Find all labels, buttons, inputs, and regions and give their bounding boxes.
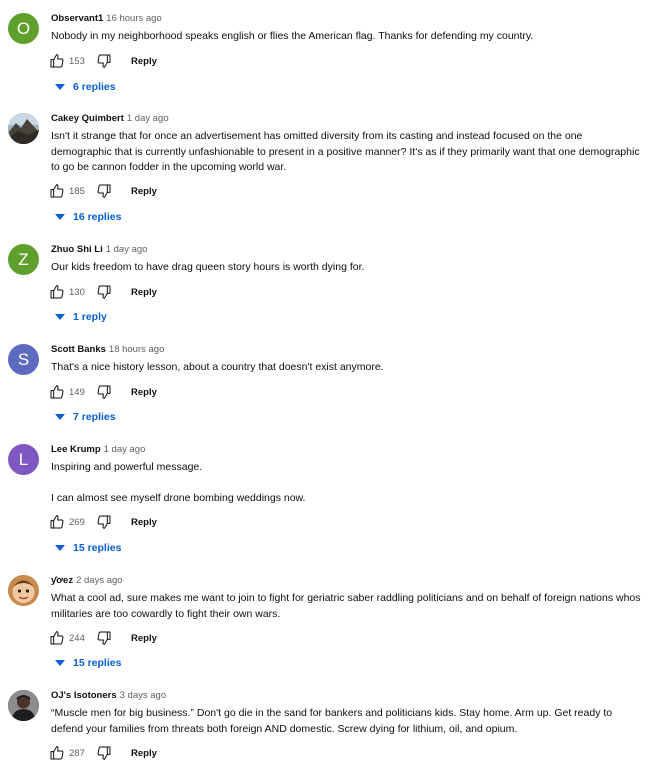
- reply-button[interactable]: Reply: [131, 56, 157, 67]
- reply-button[interactable]: Reply: [131, 748, 157, 759]
- comment-actions: 149 Reply: [49, 384, 249, 402]
- comment-actions: 153 Reply: [49, 53, 249, 71]
- like-count: 130: [69, 287, 85, 298]
- caret-down-icon: [55, 84, 65, 90]
- author-name[interactable]: Cakey Quimbert: [51, 113, 124, 124]
- view-replies-button[interactable]: 15 replies: [55, 656, 121, 670]
- comment-header: Scott Banks 18 hours ago: [51, 344, 164, 356]
- comment-paragraph: “Muscle men for big business.” Don't go …: [51, 707, 613, 735]
- thumbs-down-icon[interactable]: [96, 284, 112, 300]
- reply-button[interactable]: Reply: [131, 633, 157, 644]
- caret-down-icon: [55, 545, 65, 551]
- thumbs-down-icon[interactable]: [96, 630, 112, 646]
- thumbs-down-icon[interactable]: [96, 745, 112, 761]
- thumbs-down-icon[interactable]: [96, 514, 112, 530]
- avatar[interactable]: S: [8, 344, 39, 375]
- comment-text: “Muscle men for big business.” Don't go …: [51, 706, 641, 737]
- thumbs-up-icon[interactable]: [49, 183, 65, 199]
- like-count: 185: [69, 186, 85, 197]
- thumbs-up-icon[interactable]: [49, 745, 65, 761]
- author-name[interactable]: ƴơez: [51, 575, 73, 586]
- comment-actions: 130 Reply: [49, 284, 249, 302]
- view-replies-button[interactable]: 7 replies: [55, 410, 116, 424]
- replies-count-label: 1 reply: [73, 311, 107, 323]
- reply-button[interactable]: Reply: [131, 186, 157, 197]
- timestamp[interactable]: 1 day ago: [106, 244, 148, 255]
- timestamp[interactable]: 1 day ago: [127, 113, 169, 124]
- like-count: 149: [69, 387, 85, 398]
- comment-text: That's a nice history lesson, about a co…: [51, 360, 641, 376]
- comment-header: Lee Krump 1 day ago: [51, 444, 145, 456]
- cartoon-face: [8, 575, 39, 606]
- comment-header: Observant1 16 hours ago: [51, 13, 162, 25]
- comment-actions: 244 Reply: [49, 630, 249, 648]
- caret-down-icon: [55, 414, 65, 420]
- reply-button[interactable]: Reply: [131, 517, 157, 528]
- comment-header: Zhuo Shi Li 1 day ago: [51, 244, 147, 256]
- author-name[interactable]: OJ's Isotoners: [51, 690, 117, 701]
- avatar[interactable]: [8, 690, 39, 721]
- author-name[interactable]: Lee Krump: [51, 444, 101, 455]
- thumbs-down-icon[interactable]: [96, 183, 112, 199]
- avatar[interactable]: [8, 575, 39, 606]
- timestamp[interactable]: 2 days ago: [76, 575, 122, 586]
- comment-header: OJ's Isotoners 3 days ago: [51, 690, 166, 702]
- timestamp[interactable]: 3 days ago: [120, 690, 166, 701]
- replies-count-label: 16 replies: [73, 211, 122, 223]
- caret-down-icon: [55, 314, 65, 320]
- author-name[interactable]: Observant1: [51, 13, 103, 24]
- thumbs-up-icon[interactable]: [49, 384, 65, 400]
- caret-down-icon: [55, 214, 65, 220]
- caret-down-icon: [55, 660, 65, 666]
- timestamp[interactable]: 16 hours ago: [106, 13, 161, 24]
- comment-text: Inspiring and powerful message. I can al…: [51, 460, 641, 507]
- comment-paragraph: Inspiring and powerful message.: [51, 461, 203, 473]
- view-replies-button[interactable]: 15 replies: [55, 541, 121, 555]
- author-name[interactable]: Zhuo Shi Li: [51, 244, 103, 255]
- view-replies-button[interactable]: 1 reply: [55, 310, 107, 324]
- thumbs-down-icon[interactable]: [96, 384, 112, 400]
- thumbs-up-icon[interactable]: [49, 514, 65, 530]
- like-count: 244: [69, 633, 85, 644]
- timestamp[interactable]: 18 hours ago: [109, 344, 164, 355]
- comment-text: Isn't it strange that for once an advert…: [51, 129, 641, 176]
- like-count: 269: [69, 517, 85, 528]
- author-name[interactable]: Scott Banks: [51, 344, 106, 355]
- person-photo: [8, 690, 39, 721]
- reply-button[interactable]: Reply: [131, 387, 157, 398]
- replies-count-label: 15 replies: [73, 542, 122, 554]
- avatar[interactable]: L: [8, 444, 39, 475]
- timestamp[interactable]: 1 day ago: [104, 444, 146, 455]
- comment-actions: 269 Reply: [49, 514, 249, 532]
- comment-actions: 287 Reply: [49, 745, 249, 763]
- replies-count-label: 7 replies: [73, 411, 116, 423]
- avatar[interactable]: O: [8, 13, 39, 44]
- comment-paragraph: I can almost see myself drone bombing we…: [51, 492, 306, 504]
- avatar[interactable]: [8, 113, 39, 144]
- comment-paragraph: Isn't it strange that for once an advert…: [51, 130, 640, 173]
- comment-actions: 185 Reply: [49, 183, 249, 201]
- comment-paragraph: That's a nice history lesson, about a co…: [51, 361, 384, 373]
- view-replies-button[interactable]: 6 replies: [55, 80, 116, 94]
- replies-count-label: 6 replies: [73, 81, 116, 93]
- comment-header: ƴơez 2 days ago: [51, 575, 123, 587]
- comment-paragraph: What a cool ad, sure makes me want to jo…: [51, 592, 641, 620]
- mountain-photo: [8, 113, 39, 144]
- like-count: 287: [69, 748, 85, 759]
- comment-text: What a cool ad, sure makes me want to jo…: [51, 591, 641, 622]
- like-count: 153: [69, 56, 85, 67]
- avatar[interactable]: Z: [8, 244, 39, 275]
- replies-count-label: 15 replies: [73, 657, 122, 669]
- comment-paragraph: Nobody in my neighborhood speaks english…: [51, 30, 534, 42]
- thumbs-up-icon[interactable]: [49, 53, 65, 69]
- comment-text: Our kids freedom to have drag queen stor…: [51, 260, 641, 276]
- reply-button[interactable]: Reply: [131, 287, 157, 298]
- view-replies-button[interactable]: 16 replies: [55, 210, 121, 224]
- thumbs-up-icon[interactable]: [49, 630, 65, 646]
- comment-text: Nobody in my neighborhood speaks english…: [51, 29, 641, 45]
- comment-paragraph: Our kids freedom to have drag queen stor…: [51, 261, 365, 273]
- comment-header: Cakey Quimbert 1 day ago: [51, 113, 169, 125]
- thumbs-up-icon[interactable]: [49, 284, 65, 300]
- thumbs-down-icon[interactable]: [96, 53, 112, 69]
